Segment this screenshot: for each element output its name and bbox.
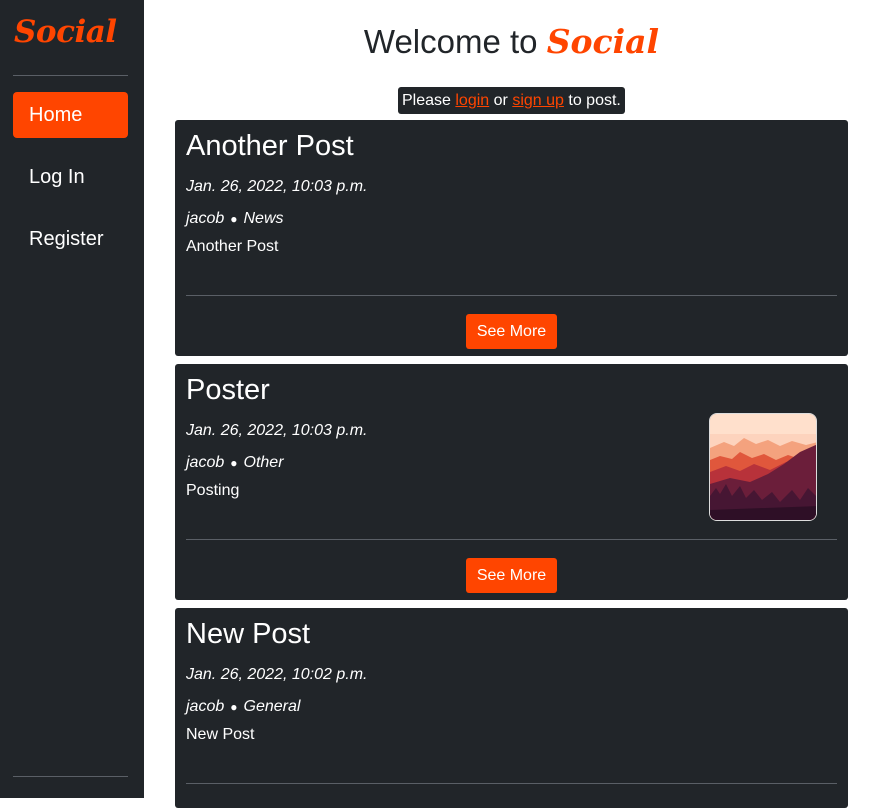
post-meta: jacob ● Other [186,454,284,472]
notice-to-post: to post. [568,92,621,109]
login-notice: Please login or sign up to post. [398,87,625,114]
see-more-button[interactable]: See More [466,558,557,593]
post-body: New Post [186,726,255,743]
sidebar-item-login[interactable]: Log In [13,154,128,200]
post-card: Another Post Jan. 26, 2022, 10:03 p.m. j… [175,120,848,356]
separator-dot-icon: ● [230,212,238,226]
post-divider [186,539,837,540]
post-meta: jacob ● News [186,210,284,228]
main-content: Welcome to Social Please login or sign u… [144,0,873,808]
post-body: Posting [186,482,240,499]
sidebar: Social Home Log In Register [0,0,144,798]
post-date: Jan. 26, 2022, 10:03 p.m. [186,422,368,439]
notice-or: or [493,92,508,109]
post-category[interactable]: News [244,210,284,227]
welcome-brand: Social [546,22,660,61]
post-title[interactable]: Another Post [186,130,354,163]
separator-dot-icon: ● [230,700,238,714]
brand-logo[interactable]: Social [14,14,117,50]
separator-dot-icon: ● [230,456,238,470]
sidebar-nav: Home Log In Register [13,92,128,278]
post-date: Jan. 26, 2022, 10:03 p.m. [186,178,368,195]
post-meta: jacob ● General [186,698,300,716]
post-author[interactable]: jacob [186,698,224,715]
post-title[interactable]: Poster [186,374,270,407]
post-title[interactable]: New Post [186,618,310,651]
page-title: Welcome to Social [144,22,873,61]
post-body: Another Post [186,238,279,255]
post-category[interactable]: General [244,698,301,715]
sidebar-item-home[interactable]: Home [13,92,128,138]
post-date: Jan. 26, 2022, 10:02 p.m. [186,666,368,683]
mountain-landscape-image [710,414,816,520]
post-author[interactable]: jacob [186,210,224,227]
post-author[interactable]: jacob [186,454,224,471]
post-image[interactable] [709,413,817,521]
post-card: New Post Jan. 26, 2022, 10:02 p.m. jacob… [175,608,848,808]
login-link[interactable]: login [455,92,489,109]
post-card: Poster Jan. 26, 2022, 10:03 p.m. jacob ● O… [175,364,848,600]
welcome-text: Welcome to [363,23,538,60]
sidebar-item-register[interactable]: Register [13,216,128,262]
sidebar-divider [13,776,128,777]
post-category[interactable]: Other [244,454,284,471]
notice-please: Please [402,92,451,109]
signup-link[interactable]: sign up [512,92,564,109]
post-divider [186,783,837,784]
sidebar-divider [13,75,128,76]
see-more-button[interactable]: See More [466,314,557,349]
post-divider [186,295,837,296]
